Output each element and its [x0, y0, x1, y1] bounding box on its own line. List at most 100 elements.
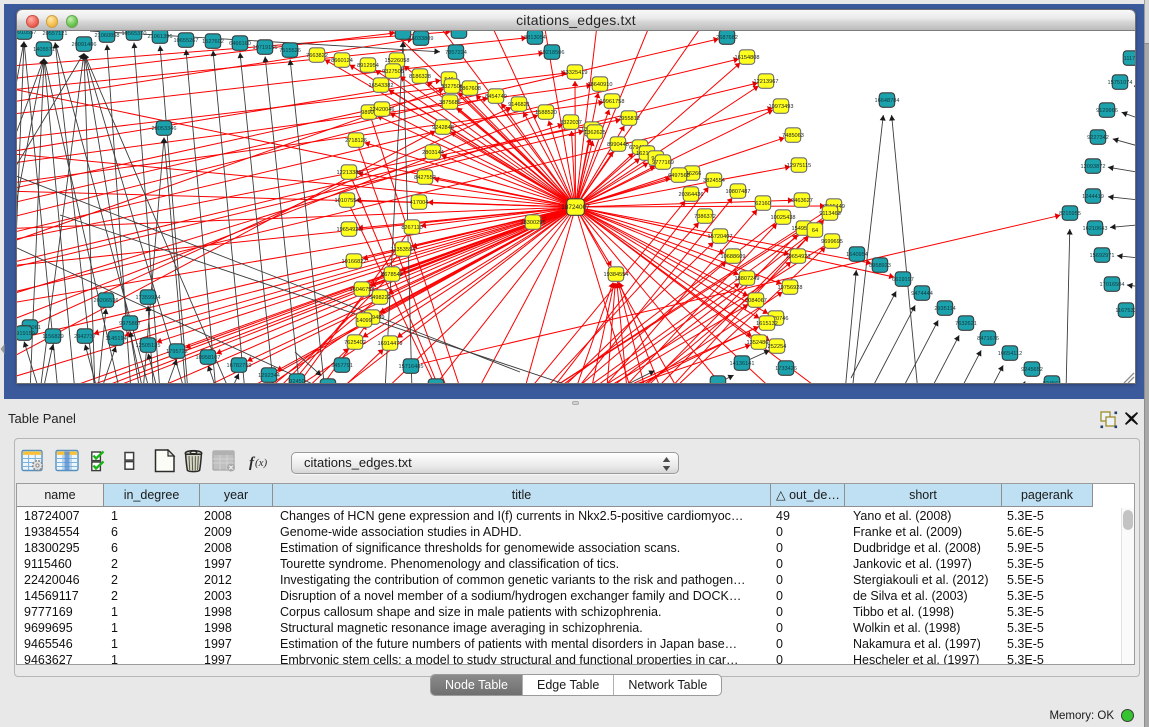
svg-text:9227342: 9227342 [1087, 135, 1109, 141]
svg-text:8454749: 8454749 [485, 94, 507, 100]
svg-text:19166827: 19166827 [342, 259, 367, 265]
svg-text:16782759: 16782759 [227, 363, 252, 369]
svg-text:1292344: 1292344 [258, 373, 280, 379]
svg-text:16046758: 16046758 [350, 287, 375, 293]
svg-text:8678542: 8678542 [381, 272, 403, 278]
svg-text:2687682: 2687682 [716, 35, 738, 41]
svg-text:13325419: 13325419 [563, 70, 588, 76]
svg-text:7663822: 7663822 [306, 53, 328, 59]
svg-text:3875685: 3875685 [439, 100, 461, 106]
svg-text:15720407: 15720407 [708, 234, 733, 240]
svg-text:8471676: 8471676 [977, 336, 999, 342]
svg-text:7955812: 7955812 [618, 116, 640, 122]
svg-text:1156829: 1156829 [42, 334, 63, 340]
svg-text:10807487: 10807487 [726, 189, 751, 195]
svg-text:9242848: 9242848 [432, 125, 454, 131]
svg-text:1167533: 1167533 [1115, 308, 1135, 314]
svg-text:10958107: 10958107 [196, 355, 221, 361]
svg-text:1145194: 1145194 [105, 336, 126, 342]
svg-text:12975115: 12975115 [787, 163, 811, 169]
svg-text:16033809: 16033809 [409, 36, 434, 42]
svg-text:8660124: 8660124 [331, 58, 353, 64]
svg-text:15751074: 15751074 [1108, 80, 1133, 86]
svg-text:17016504: 17016504 [1100, 282, 1125, 288]
svg-text:(x): (x) [255, 457, 268, 469]
svg-text:20053346: 20053346 [152, 126, 177, 132]
svg-text:2803144: 2803144 [422, 150, 444, 156]
svg-text:92450: 92450 [289, 379, 305, 383]
svg-text:62160: 62160 [755, 201, 771, 207]
svg-text:10688609: 10688609 [721, 254, 746, 260]
svg-text:11171: 11171 [1124, 56, 1135, 62]
svg-text:18724007: 18724007 [561, 204, 590, 211]
svg-text:10973493: 10973493 [769, 104, 794, 110]
svg-text:9146821: 9146821 [508, 102, 530, 108]
svg-text:1244419: 1244419 [1082, 194, 1104, 200]
svg-text:7857224: 7857224 [445, 50, 467, 56]
svg-text:18640910: 18640910 [588, 82, 613, 88]
svg-text:8813054: 8813054 [524, 35, 546, 41]
svg-text:9327505: 9327505 [382, 69, 404, 75]
svg-text:19384554: 19384554 [604, 272, 629, 278]
svg-text:2935114: 2935114 [934, 306, 955, 312]
svg-text:8912954: 8912954 [357, 63, 379, 69]
svg-text:16154808: 16154808 [735, 55, 760, 61]
svg-text:17359924: 17359924 [136, 295, 161, 301]
svg-text:9474444: 9474444 [911, 291, 933, 297]
svg-text:8990448: 8990448 [607, 142, 629, 148]
svg-text:7515526: 7515526 [279, 48, 301, 54]
svg-text:1733426: 1733426 [775, 366, 797, 372]
svg-text:1527602: 1527602 [202, 39, 224, 45]
svg-text:20091406: 20091406 [72, 42, 97, 48]
svg-text:6466160: 6466160 [229, 41, 251, 47]
svg-text:10719155: 10719155 [253, 45, 278, 51]
svg-text:1640954: 1640954 [846, 252, 868, 258]
svg-text:15226058: 15226058 [385, 58, 410, 64]
svg-text:6619197: 6619197 [892, 277, 914, 283]
svg-text:9129966: 9129966 [1096, 108, 1118, 114]
svg-text:9245652: 9245652 [1021, 367, 1043, 373]
svg-text:8186328: 8186328 [409, 74, 431, 80]
svg-text:9975867: 9975867 [119, 321, 141, 327]
svg-text:5498222: 5498222 [369, 295, 391, 301]
svg-text:12213389: 12213389 [337, 170, 362, 176]
svg-text:1795722: 1795722 [166, 349, 188, 355]
svg-text:21061396: 21061396 [148, 34, 173, 40]
svg-text:1615132: 1615132 [756, 321, 778, 327]
svg-text:7632621: 7632621 [955, 321, 977, 327]
svg-text:1405571: 1405571 [33, 47, 55, 53]
svg-text:6497568: 6497568 [668, 173, 690, 179]
svg-text:8322037: 8322037 [560, 120, 582, 126]
svg-text:1588520: 1588520 [535, 110, 557, 116]
svg-text:14136141: 14136141 [730, 361, 755, 367]
svg-text:7485063: 7485063 [782, 133, 804, 139]
svg-text:8427552: 8427552 [414, 175, 436, 181]
svg-text:252254: 252254 [768, 344, 787, 350]
svg-text:12505135: 12505135 [136, 343, 161, 349]
svg-text:22420046: 22420046 [370, 107, 395, 113]
svg-text:19218506: 19218506 [540, 50, 565, 56]
svg-text:8215955: 8215955 [1059, 211, 1081, 217]
svg-text:18300295: 18300295 [521, 220, 546, 226]
svg-text:16543382: 16543382 [369, 83, 394, 89]
svg-text:10655267: 10655267 [174, 38, 199, 44]
svg-text:16648784: 16648784 [875, 98, 900, 104]
svg-text:19756928: 19756928 [778, 285, 803, 291]
svg-text:19654923: 19654923 [337, 227, 362, 233]
svg-text:20364436: 20364436 [679, 192, 704, 198]
svg-text:12093872: 12093872 [1081, 164, 1106, 170]
svg-text:7625402: 7625402 [344, 340, 366, 346]
svg-text:924561: 924561 [1043, 381, 1062, 383]
svg-text:14099: 14099 [356, 318, 372, 324]
svg-text:64: 64 [812, 228, 818, 234]
svg-text:9084067: 9084067 [745, 298, 767, 304]
svg-text:19565370: 19565370 [122, 31, 147, 37]
svg-text:9699695: 9699695 [821, 239, 843, 245]
svg-text:1362625: 1362625 [584, 130, 606, 136]
svg-text:3824554: 3824554 [703, 178, 725, 184]
svg-text:10025438: 10025438 [771, 215, 796, 221]
svg-text:16210643: 16210643 [1083, 226, 1108, 232]
svg-text:10654112: 10654112 [998, 351, 1022, 357]
svg-text:8958923: 8958923 [869, 263, 891, 269]
svg-text:2867608: 2867608 [459, 86, 481, 92]
